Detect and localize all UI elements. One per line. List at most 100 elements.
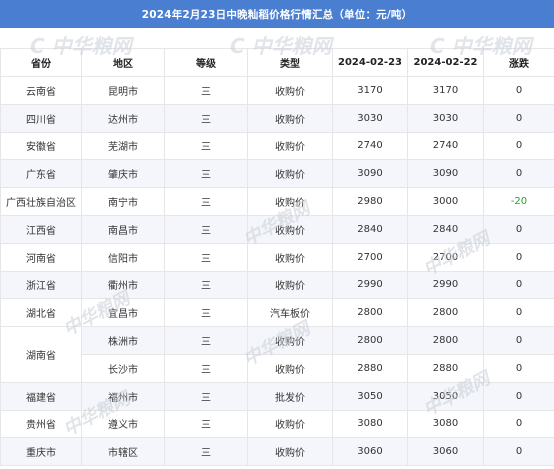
- table-row: 安徽省 芜湖市 三 收购价 2740 2740 0: [0, 131, 554, 161]
- cell-price-d2: 3000: [407, 187, 484, 216]
- cell-region: 宜昌市: [81, 298, 165, 328]
- cell-price-d2: 2740: [407, 131, 484, 161]
- cell-price-d2: 3050: [407, 381, 484, 411]
- cell-price-d1: 3080: [332, 409, 408, 439]
- cell-region: 南昌市: [81, 214, 165, 244]
- cell-price-d1: 2800: [332, 298, 408, 328]
- col-header-date-1: 2024-02-23: [332, 48, 408, 77]
- cell-change: 0: [483, 298, 554, 328]
- cell-price-d2: 2990: [407, 270, 484, 300]
- cell-province: 广西壮族自治区: [0, 187, 82, 216]
- cell-type: 收购价: [247, 131, 333, 161]
- cell-province: 云南省: [0, 76, 82, 105]
- cell-price-d1: 2980: [332, 187, 408, 216]
- cell-region: 市辖区: [81, 437, 165, 467]
- cell-province: 广东省: [0, 159, 82, 189]
- cell-grade: 三: [164, 131, 248, 161]
- table-row: 广东省 肇庆市 三 收购价 3090 3090 0: [0, 159, 554, 189]
- table-row: 浙江省 衢州市 三 收购价 2990 2990 0: [0, 270, 554, 300]
- cell-province: 贵州省: [0, 409, 82, 439]
- cell-grade: 三: [164, 187, 248, 216]
- cell-change: 0: [483, 159, 554, 189]
- table-row: 四川省 达州市 三 收购价 3030 3030 0: [0, 103, 554, 133]
- cell-region: 芜湖市: [81, 131, 165, 161]
- cell-province: 河南省: [0, 242, 82, 272]
- table-row: 重庆市 市辖区 三 收购价 3060 3060 0: [0, 437, 554, 467]
- cell-grade: 三: [164, 326, 248, 355]
- col-header-grade: 等级: [164, 48, 248, 77]
- cell-price-d2: 3090: [407, 159, 484, 189]
- cell-province: 湖北省: [0, 298, 82, 328]
- cell-change-negative: -20: [483, 187, 554, 216]
- table-row: 贵州省 遵义市 三 收购价 3080 3080 0: [0, 409, 554, 439]
- cell-grade: 三: [164, 159, 248, 189]
- cell-price-d2: 2800: [407, 298, 484, 328]
- cell-price-d2: 2800: [407, 326, 484, 355]
- cell-price-d2: 3080: [407, 409, 484, 439]
- cell-price-d2: 3060: [407, 437, 484, 467]
- cell-type: 收购价: [247, 187, 333, 216]
- cell-price-d2: 2700: [407, 242, 484, 272]
- col-header-province: 省份: [0, 48, 82, 77]
- cell-price-d1: 2800: [332, 326, 408, 355]
- cell-grade: 三: [164, 298, 248, 328]
- cell-province: 浙江省: [0, 270, 82, 300]
- table-row: 河南省 信阳市 三 收购价 2700 2700 0: [0, 242, 554, 272]
- cell-province: 福建省: [0, 381, 82, 411]
- cell-type: 收购价: [247, 159, 333, 189]
- cell-province: 湖南省: [0, 326, 82, 383]
- table-row: 云南省 昆明市 三 收购价 3170 3170 0: [0, 76, 554, 105]
- cell-region: 达州市: [81, 103, 165, 133]
- cell-type: 收购价: [247, 409, 333, 439]
- cell-type: 批发价: [247, 381, 333, 411]
- cell-type: 收购价: [247, 242, 333, 272]
- cell-province: 重庆市: [0, 437, 82, 467]
- cell-change: 0: [483, 326, 554, 355]
- cell-price-d1: 2990: [332, 270, 408, 300]
- cell-change: 0: [483, 131, 554, 161]
- cell-grade: 三: [164, 103, 248, 133]
- cell-price-d1: 2700: [332, 242, 408, 272]
- cell-type: 收购价: [247, 326, 333, 355]
- cell-grade: 三: [164, 381, 248, 411]
- cell-grade: 三: [164, 242, 248, 272]
- cell-type: 收购价: [247, 270, 333, 300]
- cell-price-d1: 2880: [332, 353, 408, 383]
- cell-type: 收购价: [247, 214, 333, 244]
- col-header-date-2: 2024-02-22: [407, 48, 484, 77]
- cell-price-d2: 2880: [407, 353, 484, 383]
- cell-type: 收购价: [247, 103, 333, 133]
- cell-type: 汽车板价: [247, 298, 333, 328]
- cell-price-d1: 3170: [332, 76, 408, 105]
- col-header-type: 类型: [247, 48, 333, 77]
- table-row: 江西省 南昌市 三 收购价 2840 2840 0: [0, 214, 554, 244]
- table-row: 福建省 福州市 三 批发价 3050 3050 0: [0, 381, 554, 411]
- table-header-row: 省份 地区 等级 类型 2024-02-23 2024-02-22 涨跌: [0, 48, 554, 77]
- cell-region: 遵义市: [81, 409, 165, 439]
- cell-region: 长沙市: [81, 353, 165, 383]
- cell-region: 肇庆市: [81, 159, 165, 189]
- col-header-region: 地区: [81, 48, 165, 77]
- cell-grade: 三: [164, 214, 248, 244]
- col-header-change: 涨跌: [483, 48, 554, 77]
- cell-change: 0: [483, 353, 554, 383]
- cell-region: 昆明市: [81, 76, 165, 105]
- cell-price-d2: 3030: [407, 103, 484, 133]
- table-row: 广西壮族自治区 南宁市 三 收购价 2980 3000 -20: [0, 187, 554, 216]
- table-row: 湖南省 株洲市 三 收购价 2800 2800 0: [0, 326, 554, 383]
- cell-change: 0: [483, 76, 554, 105]
- cell-type: 收购价: [247, 76, 333, 105]
- cell-province: 安徽省: [0, 131, 82, 161]
- cell-grade: 三: [164, 270, 248, 300]
- cell-province: 江西省: [0, 214, 82, 244]
- cell-region: 南宁市: [81, 187, 165, 216]
- cell-grade: 三: [164, 353, 248, 383]
- cell-price-d2: 3170: [407, 76, 484, 105]
- table-row: 长沙市 三 收购价 2880 2880 0: [1, 353, 554, 383]
- cell-region: 衢州市: [81, 270, 165, 300]
- table-row: 湖北省 宜昌市 三 汽车板价 2800 2800 0: [0, 298, 554, 328]
- cell-change: 0: [483, 381, 554, 411]
- cell-change: 0: [483, 437, 554, 467]
- cell-change: 0: [483, 409, 554, 439]
- cell-type: 收购价: [247, 353, 333, 383]
